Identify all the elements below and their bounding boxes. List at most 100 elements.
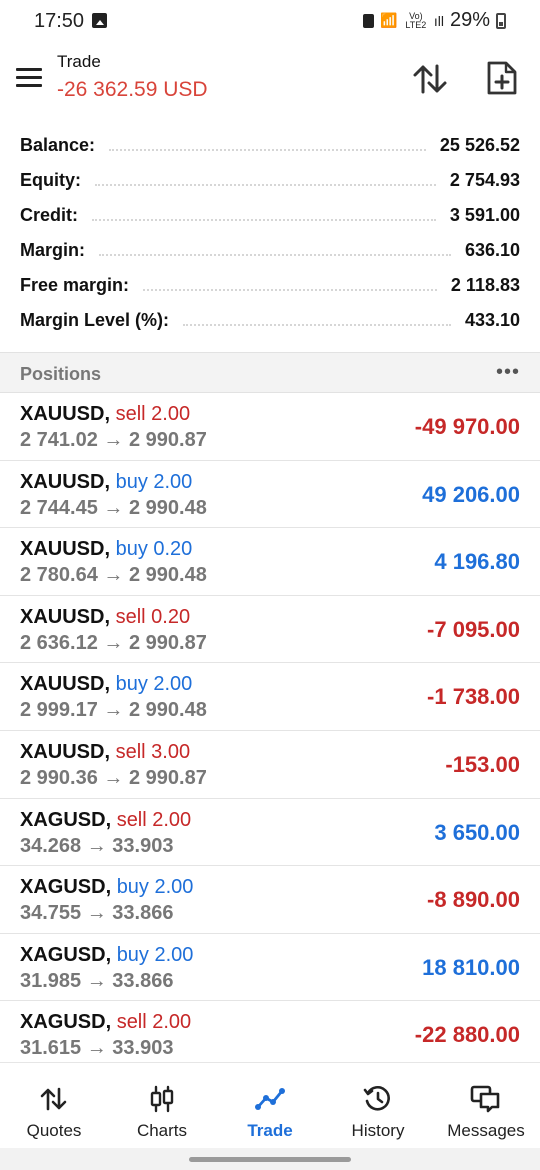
position-row[interactable]: XAGUSD, buy 2.00 34.755 → 33.866 -8 890.… — [0, 866, 540, 934]
position-prices: 2 744.45 → 2 990.48 — [20, 496, 207, 519]
summary-label: Equity: — [20, 170, 81, 190]
new-order-icon[interactable] — [486, 60, 518, 96]
summary-row-credit: Credit: 3 591.00 — [0, 198, 540, 233]
network-label: Vo) LTE2 — [405, 10, 427, 30]
position-profit: -153.00 — [445, 751, 520, 777]
summary-label: Margin Level (%): — [20, 310, 170, 330]
position-prices: 2 999.17 → 2 990.48 — [20, 699, 207, 722]
position-profit: -22 880.00 — [414, 1022, 520, 1048]
position-side: buy 2.00 — [116, 943, 194, 966]
bottom-navigation: Quotes Charts Trade History Messages — [0, 1062, 540, 1148]
page-title: Trade — [57, 52, 101, 71]
status-icons: 📶 Vo) LTE2 ıll 29% — [363, 9, 506, 32]
summary-value: 636.10 — [464, 240, 520, 260]
position-row[interactable]: XAUUSD, sell 3.00 2 990.36 → 2 990.87 -1… — [0, 731, 540, 799]
gallery-notification-icon — [92, 13, 107, 28]
summary-value: 25 526.52 — [439, 135, 520, 155]
summary-row-margin-level: Margin Level (%): 433.10 — [0, 303, 540, 338]
position-prices: 34.268 → 33.903 — [20, 834, 174, 857]
positions-section-header: Positions ••• — [0, 352, 540, 393]
summary-value: 2 118.83 — [450, 275, 520, 295]
position-prices: 34.755 → 33.866 — [20, 902, 174, 925]
position-profit: -7 095.00 — [427, 616, 520, 642]
dotted-leader — [95, 183, 436, 186]
position-prices: 31.985 → 33.866 — [20, 969, 174, 992]
menu-icon[interactable] — [16, 68, 42, 88]
positions-title: Positions — [20, 364, 102, 384]
summary-row-free-margin: Free margin: 2 118.83 — [0, 268, 540, 303]
position-profit: -1 738.00 — [427, 684, 520, 710]
position-row[interactable]: XAGUSD, sell 2.00 31.615 → 33.903 -22 88… — [0, 1001, 540, 1069]
position-side: buy 2.00 — [116, 876, 194, 899]
status-time: 17:50 — [34, 10, 85, 32]
position-symbol: XAUUSD, — [20, 740, 111, 763]
nav-label: Trade — [247, 1121, 293, 1140]
position-profit: 4 196.80 — [434, 549, 520, 575]
position-prices: 2 741.02 → 2 990.87 — [20, 429, 207, 451]
position-prices: 2 990.36 → 2 990.87 — [20, 766, 207, 789]
position-row[interactable]: XAGUSD, sell 2.00 34.268 → 33.903 3 650.… — [0, 799, 540, 867]
summary-value: 2 754.93 — [449, 170, 520, 190]
position-symbol: XAUUSD, — [20, 403, 111, 425]
position-side: sell 2.00 — [116, 1011, 192, 1034]
position-row[interactable]: XAUUSD, sell 0.20 2 636.12 → 2 990.87 -7… — [0, 596, 540, 664]
sort-icon[interactable] — [412, 62, 448, 96]
dotted-leader — [99, 253, 451, 256]
dotted-leader — [143, 288, 437, 291]
nav-messages[interactable]: Messages — [432, 1063, 540, 1148]
candlestick-icon — [150, 1085, 174, 1113]
summary-label: Margin: — [20, 240, 85, 260]
position-symbol: XAUUSD, — [20, 605, 111, 628]
position-profit: -8 890.00 — [427, 887, 520, 913]
battery-percent: 29% — [449, 9, 490, 31]
position-side: sell 2.00 — [115, 403, 191, 425]
nav-history[interactable]: History — [324, 1063, 432, 1148]
position-row[interactable]: XAUUSD, buy 2.00 2 744.45 → 2 990.48 49 … — [0, 461, 540, 529]
dotted-leader — [109, 148, 426, 151]
nav-label: Messages — [447, 1121, 525, 1140]
status-bar: 17:50 📶 Vo) LTE2 ıll 29% — [0, 0, 540, 44]
position-profit: -49 970.00 — [414, 414, 520, 439]
position-side: sell 3.00 — [115, 740, 191, 763]
position-symbol: XAGUSD, — [20, 943, 112, 966]
position-side: buy 0.20 — [115, 538, 193, 561]
position-symbol: XAUUSD, — [20, 538, 111, 561]
nav-label: Quotes — [26, 1121, 82, 1140]
position-row[interactable]: XAGUSD, buy 2.00 31.985 → 33.866 18 810.… — [0, 934, 540, 1002]
position-row[interactable]: XAUUSD, buy 0.20 2 780.64 → 2 990.48 4 1… — [0, 528, 540, 596]
nav-label: History — [351, 1121, 405, 1140]
position-prices: 2 636.12 → 2 990.87 — [20, 631, 207, 654]
position-profit: 18 810.00 — [422, 954, 520, 980]
signal-icon: ıll — [433, 12, 444, 29]
position-row[interactable]: XAUUSD, sell 2.00 2 741.02 → 2 990.87 -4… — [0, 393, 540, 461]
more-options-icon[interactable]: ••• — [496, 361, 520, 384]
position-symbol: XAGUSD, — [20, 808, 112, 831]
position-symbol: XAUUSD, — [20, 673, 111, 696]
nav-charts[interactable]: Charts — [108, 1063, 216, 1148]
app-header: Trade -26 362.59 USD — [0, 44, 540, 122]
summary-row-margin: Margin: 636.10 — [0, 233, 540, 268]
summary-label: Free margin: — [20, 275, 130, 295]
trade-line-icon — [255, 1088, 285, 1110]
account-summary: Balance: 25 526.52 Equity: 2 754.93 Cred… — [0, 128, 540, 338]
quotes-arrows-icon — [40, 1087, 67, 1111]
summary-label: Balance: — [20, 135, 96, 155]
position-prices: 2 780.64 → 2 990.48 — [20, 564, 207, 587]
position-profit: 49 206.00 — [422, 481, 520, 507]
position-row[interactable]: XAUUSD, buy 2.00 2 999.17 → 2 990.48 -1 … — [0, 663, 540, 731]
dotted-leader — [92, 218, 436, 221]
dotted-leader — [183, 323, 451, 326]
summary-row-equity: Equity: 2 754.93 — [0, 163, 540, 198]
position-side: buy 2.00 — [115, 470, 193, 493]
position-symbol: XAGUSD, — [20, 1011, 112, 1034]
position-symbol: XAUUSD, — [20, 470, 111, 493]
history-clock-icon — [363, 1086, 390, 1111]
nav-quotes[interactable]: Quotes — [0, 1063, 108, 1148]
position-side: sell 0.20 — [115, 605, 191, 628]
total-profit: -26 362.59 USD — [57, 78, 208, 101]
home-indicator[interactable] — [189, 1157, 351, 1162]
gesture-area — [0, 1148, 540, 1170]
positions-list: XAUUSD, sell 2.00 2 741.02 → 2 990.87 -4… — [0, 393, 540, 1069]
summary-row-balance: Balance: 25 526.52 — [0, 128, 540, 163]
nav-trade[interactable]: Trade — [216, 1063, 324, 1148]
